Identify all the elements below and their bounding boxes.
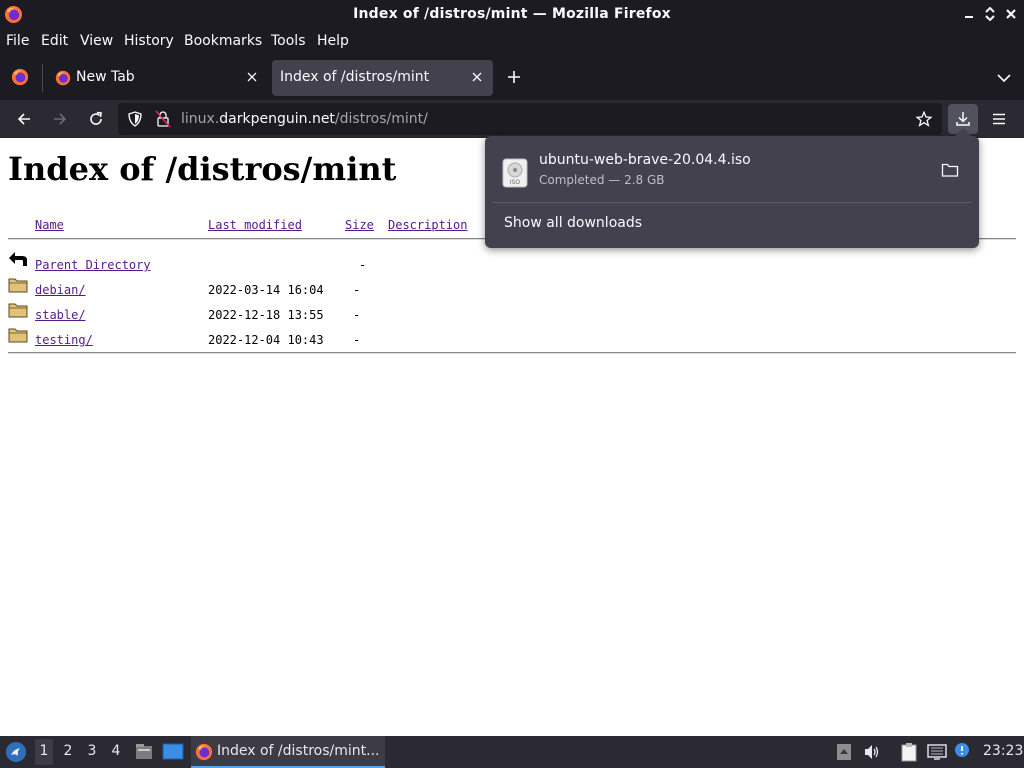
tab-index-of-distros-mint[interactable]: Index of /distros/mint (272, 60, 493, 96)
menu-bar: File Edit View History Bookmarks Tools H… (0, 29, 1024, 54)
window-titlebar[interactable]: Index of /distros/mint — Mozilla Firefox (0, 0, 1024, 29)
page-heading: Index of /distros/mint (8, 150, 397, 188)
parent-directory-link[interactable]: Parent Directory (35, 258, 151, 272)
clipboard-tray-icon[interactable] (836, 743, 852, 761)
parent-size: - (359, 258, 367, 272)
taskbar: 1 2 3 4 Index of /distros/mint... 23:23 (0, 736, 1024, 768)
download-item[interactable]: ISO ubuntu-web-brave-20.04.4.iso Complet… (493, 144, 971, 200)
folder-link-debian[interactable]: debian/ (35, 283, 86, 297)
column-header-description[interactable]: Description (388, 218, 467, 232)
start-menu-icon[interactable] (5, 741, 27, 763)
panel-arrow (955, 128, 971, 136)
modified-debian: 2022-03-14 16:04 (208, 283, 324, 297)
reload-icon (90, 111, 102, 125)
modified-stable: 2022-12-18 13:55 (208, 308, 324, 322)
url-prefix: linux. (181, 111, 220, 127)
updates-notification-icon[interactable] (953, 742, 971, 760)
workspace-4[interactable]: 4 (107, 743, 125, 759)
bookmark-star-icon[interactable] (916, 111, 932, 127)
show-desktop-icon[interactable] (162, 742, 184, 762)
close-tab-icon[interactable] (469, 69, 485, 85)
column-header-size[interactable]: Size (345, 218, 374, 232)
column-header-name[interactable]: Name (35, 218, 64, 232)
download-icon (956, 112, 970, 126)
back-button[interactable] (9, 104, 39, 134)
back-arrow-icon (17, 113, 30, 125)
forward-button[interactable] (45, 104, 75, 134)
folder-icon (8, 278, 28, 293)
network-icon[interactable] (927, 743, 947, 761)
navigation-toolbar: linux.darkpenguin.net/distros/mint/ (0, 100, 1024, 138)
minimize-button[interactable] (962, 7, 976, 21)
hamburger-menu-icon (993, 113, 1005, 125)
close-tab-icon[interactable] (244, 69, 260, 85)
maximize-button[interactable] (983, 6, 997, 22)
insecure-lock-icon[interactable] (155, 110, 171, 128)
folder-link-testing[interactable]: testing/ (35, 333, 93, 347)
workspace-2[interactable]: 2 (59, 743, 77, 759)
menu-history[interactable]: History (124, 33, 174, 49)
taskbar-window-title: Index of /distros/mint... (217, 743, 380, 759)
divider-bottom (8, 352, 1016, 354)
tracking-protection-shield-icon[interactable] (127, 111, 143, 127)
workspace-1[interactable]: 1 (35, 739, 53, 765)
close-window-button[interactable] (1004, 7, 1018, 21)
file-manager-icon[interactable] (134, 742, 154, 762)
panel-separator (493, 202, 971, 203)
download-filename: ubuntu-web-brave-20.04.4.iso (539, 152, 751, 168)
menu-edit[interactable]: Edit (41, 33, 68, 49)
tab-separator (42, 64, 43, 92)
notes-tray-icon[interactable] (899, 742, 919, 762)
workspace-3[interactable]: 3 (83, 743, 101, 759)
tab-label: New Tab (76, 69, 135, 85)
iso-file-icon: ISO (502, 158, 528, 188)
menu-file[interactable]: File (6, 33, 29, 49)
menu-help[interactable]: Help (317, 33, 349, 49)
volume-icon[interactable] (863, 743, 881, 761)
downloads-panel: ISO ubuntu-web-brave-20.04.4.iso Complet… (485, 128, 979, 248)
forward-arrow-icon (54, 113, 67, 125)
size-stable: - (353, 308, 361, 322)
menu-view[interactable]: View (80, 33, 113, 49)
clock[interactable]: 23:23 (983, 743, 1023, 759)
tab-new-tab[interactable]: New Tab (48, 60, 268, 96)
back-arrow-icon (9, 252, 27, 266)
list-all-tabs-chevron-icon[interactable] (996, 70, 1012, 86)
url-host: darkpenguin.net (219, 111, 335, 127)
reload-button[interactable] (81, 104, 111, 134)
column-header-last-modified[interactable]: Last modified (208, 218, 302, 232)
download-status: Completed — 2.8 GB (539, 173, 665, 187)
application-menu-button[interactable] (984, 104, 1014, 134)
show-in-folder-icon[interactable] (941, 162, 959, 178)
tab-strip: New Tab Index of /distros/mint (0, 54, 1024, 100)
folder-icon (8, 303, 28, 318)
url-bar[interactable]: linux.darkpenguin.net/distros/mint/ (118, 103, 942, 135)
folder-link-stable[interactable]: stable/ (35, 308, 86, 322)
firefox-view-icon[interactable] (11, 68, 29, 86)
size-testing: - (353, 333, 361, 347)
folder-icon (8, 328, 28, 343)
modified-testing: 2022-12-04 10:43 (208, 333, 324, 347)
tab-label: Index of /distros/mint (280, 69, 430, 85)
firefox-icon (195, 743, 213, 761)
firefox-icon (55, 70, 71, 86)
svg-text:ISO: ISO (510, 179, 521, 186)
window-title: Index of /distros/mint — Mozilla Firefox (353, 6, 671, 22)
new-tab-plus-icon[interactable] (506, 69, 522, 85)
size-debian: - (353, 283, 361, 297)
taskbar-firefox-window[interactable]: Index of /distros/mint... (191, 736, 385, 768)
url-text: linux.darkpenguin.net/distros/mint/ (181, 111, 428, 127)
url-path: /distros/mint/ (334, 111, 428, 127)
show-all-downloads-button[interactable]: Show all downloads (493, 208, 971, 240)
menu-bookmarks[interactable]: Bookmarks (184, 33, 262, 49)
show-all-downloads-label: Show all downloads (504, 215, 643, 231)
menu-tools[interactable]: Tools (271, 33, 306, 49)
